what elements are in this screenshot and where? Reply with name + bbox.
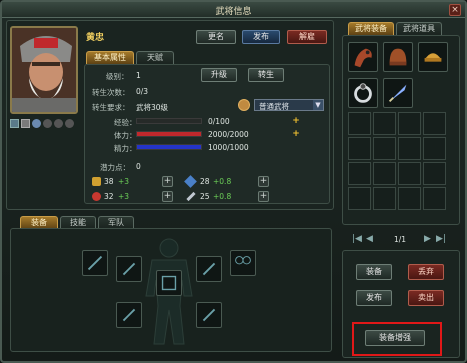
inventory-slot[interactable] (423, 112, 446, 135)
inventory-slot[interactable] (398, 162, 421, 185)
upgrade-button[interactable]: 升级 (201, 68, 237, 82)
agility-icon (92, 192, 101, 201)
inventory-slot[interactable] (348, 112, 371, 135)
first-page-icon[interactable]: |◀ (352, 234, 362, 244)
hp-label: 体力： (114, 131, 137, 140)
exp-plus-icon[interactable]: + (292, 117, 300, 126)
tab-general-equipment[interactable]: 武将装备 (348, 22, 394, 35)
level-label: 级别： (106, 72, 129, 81)
tool-icon[interactable] (21, 119, 30, 128)
potential-value: 0 (136, 162, 141, 171)
item-helmet[interactable] (383, 42, 413, 72)
equip-slot-boots-left[interactable] (116, 302, 142, 328)
item-ring[interactable] (348, 78, 378, 108)
hp-value: 2000/2000 (208, 130, 249, 139)
mp-value: 1000/1000 (208, 143, 249, 152)
inventory-slot[interactable] (348, 162, 371, 185)
potential-label: 潜力点： (100, 163, 130, 172)
exp-bar (136, 118, 202, 124)
rebirth-requirement-label: 转生要求： (92, 103, 130, 112)
exp-value: 0/100 (208, 117, 230, 126)
chevron-down-icon[interactable]: ▼ (313, 100, 323, 110)
strength-bonus: +3 (118, 177, 130, 186)
tab-talent[interactable]: 天赋 (136, 51, 174, 64)
exp-label: 经验： (114, 118, 137, 127)
hp-bar (136, 131, 202, 137)
inventory-slot[interactable] (423, 162, 446, 185)
highlight-box (352, 322, 442, 356)
strength-value: 38 (104, 177, 114, 186)
equip-button[interactable]: 装备 (356, 264, 392, 280)
status-icons-row (10, 118, 78, 130)
inventory-slot[interactable] (398, 112, 421, 135)
inventory-slot[interactable] (398, 137, 421, 160)
item-headband[interactable] (418, 42, 448, 72)
inventory-slot[interactable] (398, 187, 421, 210)
equip-slot-armor-right[interactable] (196, 256, 222, 282)
close-icon[interactable]: × (449, 4, 461, 16)
item-horse[interactable] (348, 42, 378, 72)
command-value: 25 (200, 192, 210, 201)
intellect-bonus: +0.8 (213, 177, 232, 186)
agility-add-button[interactable]: + (162, 191, 173, 202)
equip-slot-chest[interactable] (156, 270, 182, 296)
tab-basic-attributes[interactable]: 基本属性 (86, 51, 134, 64)
next-page-icon[interactable]: ▶ (424, 234, 431, 244)
tab-general-items[interactable]: 武将道具 (396, 22, 442, 35)
inventory-slot[interactable] (348, 137, 371, 160)
equip-slot-accessory[interactable] (230, 250, 256, 276)
discard-button[interactable]: 丢弃 (408, 264, 444, 280)
orb-icon[interactable] (43, 119, 52, 128)
strength-add-button[interactable]: + (162, 176, 173, 187)
equip-slot-weapon[interactable] (82, 250, 108, 276)
rebirth-button[interactable]: 转生 (248, 68, 284, 82)
agility-bonus: +3 (118, 192, 130, 201)
rename-button[interactable]: 更名 (196, 30, 236, 44)
rebirth-requirement-value: 武将30级 (136, 103, 169, 112)
rebirth-count-value: 0/3 (136, 87, 149, 96)
sell-button[interactable]: 卖出 (408, 290, 444, 306)
sword-icon[interactable] (10, 119, 19, 128)
inventory-slot[interactable] (373, 162, 396, 185)
orb-icon[interactable] (32, 119, 41, 128)
strength-icon (92, 177, 101, 186)
inventory-slot[interactable] (373, 112, 396, 135)
publish-item-button[interactable]: 发布 (356, 290, 392, 306)
intellect-add-button[interactable]: + (258, 176, 269, 187)
last-page-icon[interactable]: ▶| (436, 234, 446, 244)
orb-icon[interactable] (54, 119, 63, 128)
rank-select-value: 普通武将 (259, 102, 289, 111)
mp-bar-fill (137, 145, 201, 149)
hp-plus-icon[interactable]: + (292, 130, 300, 139)
title-bar[interactable]: 武将信息 × (2, 2, 465, 18)
command-add-button[interactable]: + (258, 191, 269, 202)
item-blade[interactable] (383, 78, 413, 108)
mp-label: 精力： (114, 144, 137, 153)
intellect-value: 28 (200, 177, 210, 186)
hp-bar-fill (137, 132, 201, 136)
rebirth-count-label: 转生次数： (92, 88, 130, 97)
rank-icon (238, 99, 250, 111)
rank-select[interactable]: 普通武将 ▼ (254, 99, 324, 111)
inventory-slot[interactable] (348, 187, 371, 210)
inventory-slot[interactable] (373, 187, 396, 210)
prev-page-icon[interactable]: ◀ (366, 234, 373, 244)
orb-icon[interactable] (65, 119, 74, 128)
inventory-slot[interactable] (373, 137, 396, 160)
agility-value: 32 (104, 192, 114, 201)
general-portrait (10, 26, 78, 114)
equip-slot-armor-left[interactable] (116, 256, 142, 282)
equip-slot-boots-right[interactable] (196, 302, 222, 328)
mp-bar (136, 144, 202, 150)
inventory-slot[interactable] (423, 137, 446, 160)
dismiss-button[interactable]: 解雇 (287, 30, 327, 44)
window-title: 武将信息 (215, 7, 252, 17)
command-bonus: +0.8 (213, 192, 232, 201)
level-value: 1 (136, 71, 141, 80)
page-indicator: 1/1 (394, 235, 407, 244)
general-name: 黄忠 (86, 33, 105, 43)
inventory-slot[interactable] (423, 187, 446, 210)
publish-button[interactable]: 发布 (242, 30, 280, 44)
